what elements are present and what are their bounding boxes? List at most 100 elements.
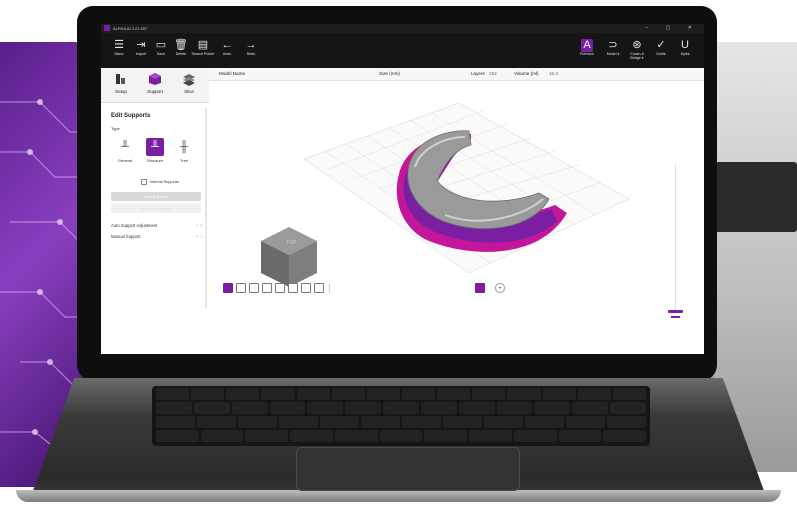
app-window: ALPHA AI 3.21.007 – ▢ ✕ ☰ Menu ⇥ Import ▭ Sav…	[101, 24, 704, 354]
keyboard-key	[331, 388, 365, 400]
keyboard-key	[191, 388, 225, 400]
internal-supports-checkbox[interactable]: Internal Supports	[141, 179, 179, 185]
keyboard-key	[612, 388, 646, 400]
button-label: Menu	[114, 52, 124, 56]
model-button[interactable]: ⊃ Model ▾	[601, 39, 625, 56]
layer-slider-track	[675, 164, 676, 314]
auto-supports-button[interactable]: Auto Supports	[111, 192, 201, 201]
toolbar-divider	[329, 284, 330, 293]
view-back-button[interactable]	[249, 283, 259, 293]
keyboard-key	[366, 388, 400, 400]
sidebar: Setup Support Slice Edit Supports Type ╨…	[101, 68, 210, 354]
accordion-manual-support[interactable]: Manual Support + ⃝	[111, 234, 203, 239]
keyboard-key	[607, 416, 646, 428]
crown-bridge-icon: ⊛	[632, 39, 642, 51]
undo-icon: ←	[221, 39, 233, 51]
button-label: Guide	[656, 52, 666, 56]
keyboard-key	[200, 430, 244, 442]
manual-supports-button[interactable]: Manual Supports	[111, 204, 201, 213]
keyboard-key	[572, 402, 609, 414]
keyboard-key	[296, 388, 330, 400]
zoom-icon[interactable]: +	[495, 283, 505, 293]
keyboard-key	[577, 388, 611, 400]
keyboard-key	[566, 416, 605, 428]
title-bar: ALPHA AI 3.21.007 – ▢ ✕	[101, 24, 704, 33]
expand-icon: + ⃝	[196, 223, 203, 228]
keyboard-row	[156, 388, 646, 400]
view-cube[interactable]: TOP	[261, 227, 317, 287]
accordion-label: Manual Support	[111, 234, 141, 239]
keyboard-row	[156, 416, 646, 428]
button-label: Crown & Bridge ▾	[630, 52, 644, 60]
view-cube-top-label: TOP	[286, 240, 297, 246]
guide-button[interactable]: ✓ Guide	[649, 39, 673, 56]
keyboard-key	[361, 416, 400, 428]
support-type-structure[interactable]: ╨ Structure	[143, 138, 167, 163]
support-type-label: General	[117, 158, 133, 163]
keyboard-key	[156, 416, 195, 428]
keyboard-key	[402, 416, 441, 428]
volume-value: 16.3	[549, 71, 558, 76]
keyboard-key	[437, 388, 471, 400]
keyboard-key	[261, 388, 295, 400]
keyboard-key	[484, 416, 523, 428]
app-logo-icon	[104, 25, 110, 31]
printer-body	[708, 162, 797, 232]
keyboard-key	[345, 402, 382, 414]
checkbox-box	[141, 179, 147, 185]
support-type-general[interactable]: ╨ General	[113, 138, 137, 163]
keyboard	[152, 386, 650, 446]
view-left-button[interactable]	[262, 283, 272, 293]
support-type-label: Structure	[146, 158, 164, 163]
layer-slider-handle-lower[interactable]	[671, 316, 680, 318]
tab-setup[interactable]: Setup	[107, 72, 135, 94]
button-label: Undo	[222, 52, 232, 56]
keyboard-key	[472, 388, 506, 400]
pan-view-button[interactable]	[475, 283, 485, 293]
keyboard-key	[525, 416, 564, 428]
tab-label: Support	[147, 89, 163, 94]
keyboard-key	[231, 402, 268, 414]
keyboard-key	[401, 388, 436, 400]
view-bottom-button[interactable]	[301, 283, 311, 293]
keyboard-key	[245, 430, 289, 442]
keyboard-key	[534, 402, 571, 414]
sidebar-scrollbar[interactable]	[205, 108, 207, 308]
menu-button[interactable]: ☰ Menu	[107, 39, 131, 56]
search-printer-button[interactable]: ▤ Search Printer	[191, 39, 215, 56]
crown-bridge-button[interactable]: ⊛ Crown & Bridge ▾	[625, 39, 649, 60]
tab-slice[interactable]: Slice	[175, 72, 203, 94]
keyboard-key	[558, 430, 602, 442]
keyboard-key	[610, 402, 646, 414]
tab-support[interactable]: Support	[141, 72, 169, 94]
layer-slider-handle[interactable]	[668, 310, 683, 313]
button-label: Premium	[579, 52, 595, 56]
undo-button[interactable]: ← Undo	[215, 39, 239, 56]
keyboard-key	[238, 416, 277, 428]
view-iso-button[interactable]	[223, 283, 233, 293]
button-label: Search Printer	[191, 52, 215, 56]
view-right-button[interactable]	[275, 283, 285, 293]
view-top-button[interactable]	[288, 283, 298, 293]
splint-button[interactable]: U Splint	[673, 39, 697, 56]
3d-viewport[interactable]: TOP +	[209, 81, 704, 354]
keyboard-key	[226, 388, 260, 400]
guide-icon: ✓	[656, 39, 666, 51]
main-toolbar: ☰ Menu ⇥ Import ▭ Save 🗑 Delete ▤ Search Printer ←…	[101, 33, 704, 68]
view-fit-button[interactable]	[314, 283, 324, 293]
support-type-tree[interactable]: ╫ Tree	[172, 138, 196, 163]
premium-icon: A	[581, 39, 593, 52]
workflow-tabs: Setup Support Slice	[101, 68, 209, 103]
keyboard-key	[469, 430, 512, 442]
accordion-auto-support-adjustment[interactable]: Auto Support Adjustment + ⃝	[111, 223, 203, 228]
keyboard-key	[420, 402, 457, 414]
redo-button[interactable]: → Redo	[239, 39, 263, 56]
view-front-button[interactable]	[236, 283, 246, 293]
slice-layers-icon	[183, 74, 195, 86]
delete-button[interactable]: 🗑 Delete	[169, 39, 193, 56]
window-controls[interactable]: – ▢ ✕	[646, 24, 700, 33]
premium-button[interactable]: A Premium	[575, 39, 599, 56]
button-label: Model ▾	[606, 52, 620, 56]
support-cube-icon	[149, 73, 161, 85]
section-title: Edit Supports	[111, 113, 151, 119]
